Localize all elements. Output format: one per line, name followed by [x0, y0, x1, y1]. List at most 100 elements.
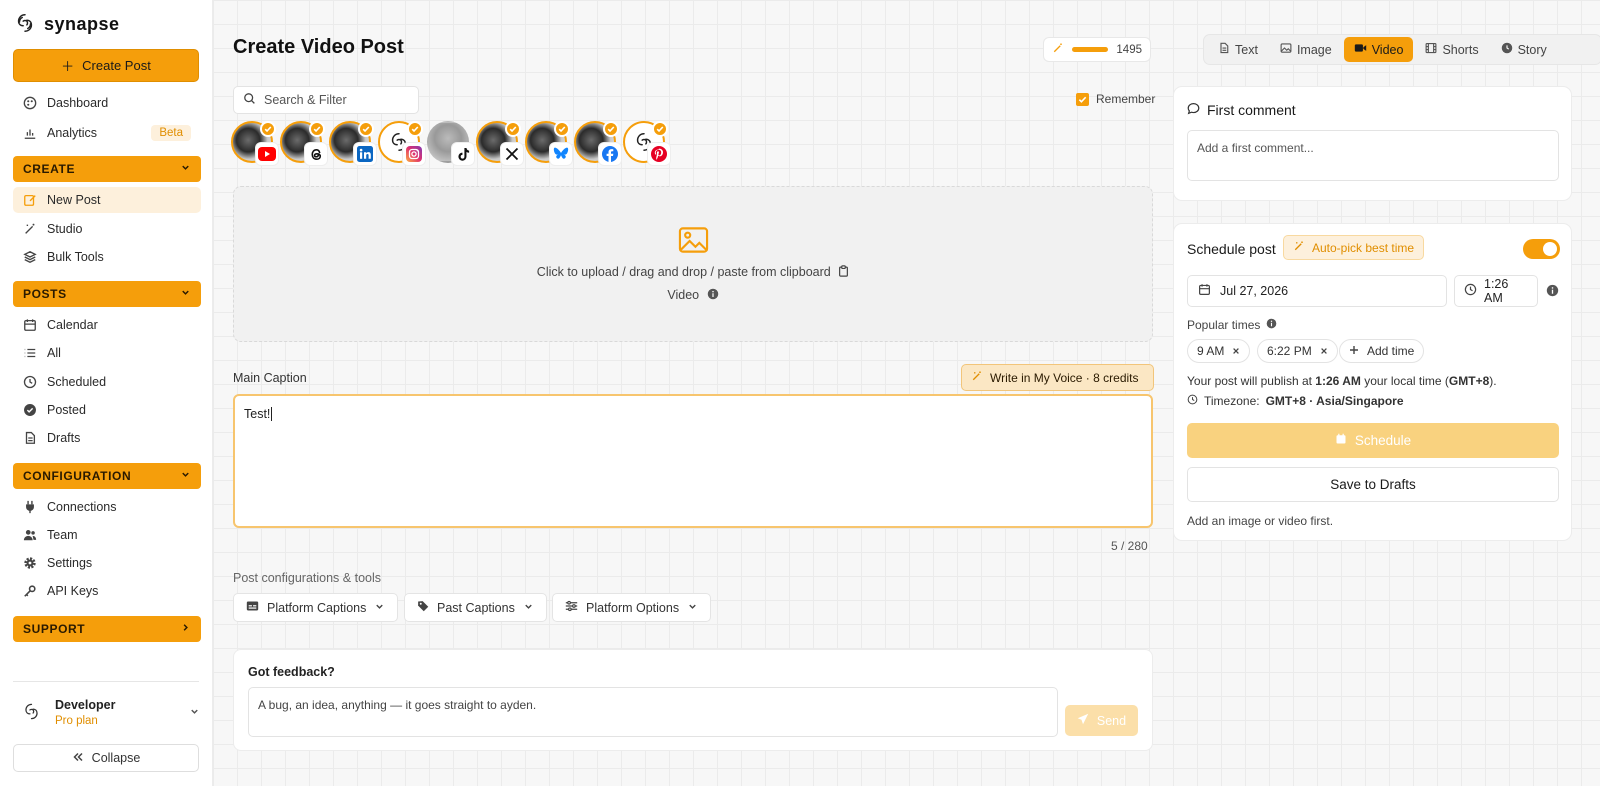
section-posts[interactable]: POSTS — [13, 281, 201, 307]
section-configuration[interactable]: CONFIGURATION — [13, 463, 201, 489]
sidebar-item-team[interactable]: Team — [13, 522, 201, 548]
calendar-icon — [1198, 283, 1211, 299]
tab-text[interactable]: Text — [1208, 37, 1268, 62]
sidebar-item-label: Settings — [47, 556, 93, 570]
tab-video[interactable]: Video — [1343, 37, 1414, 62]
threads-icon — [305, 143, 327, 165]
close-icon[interactable] — [1232, 344, 1240, 358]
tool-label: Platform Captions — [267, 600, 367, 615]
platform-options-dropdown[interactable]: Platform Options — [552, 593, 712, 622]
auto-pick-best-time-button[interactable]: Auto-pick best time — [1283, 235, 1425, 260]
tiktok-icon — [452, 143, 474, 165]
media-dropzone[interactable]: Click to upload / drag and drop / paste … — [233, 186, 1153, 342]
double-chevron-left-icon — [72, 751, 84, 766]
tab-story[interactable]: Story — [1491, 37, 1557, 62]
account-tiktok[interactable] — [427, 121, 474, 165]
popular-time-chip[interactable]: 6:22 PM — [1257, 339, 1338, 363]
collapse-sidebar-button[interactable]: Collapse — [13, 744, 199, 772]
check-badge-icon — [603, 121, 619, 137]
credits-bar — [1072, 47, 1109, 52]
info-icon[interactable] — [1546, 284, 1559, 300]
brand[interactable]: synapse — [14, 12, 120, 37]
sidebar-item-analytics[interactable]: Analytics Beta — [13, 120, 201, 146]
sidebar-item-settings[interactable]: Settings — [13, 550, 201, 576]
publish-mid: your local time ( — [1360, 374, 1449, 388]
popular-time-chip[interactable]: 9 AM — [1187, 339, 1251, 363]
publish-prefix: Your post will publish at — [1187, 374, 1316, 388]
sidebar-item-calendar[interactable]: Calendar — [13, 312, 201, 338]
account-bluesky[interactable] — [525, 121, 572, 165]
feedback-send-button[interactable]: Send — [1065, 705, 1138, 736]
gear-icon — [22, 556, 37, 571]
sidebar-item-bulk-tools[interactable]: Bulk Tools — [13, 244, 201, 270]
publish-time: 1:26 AM — [1315, 374, 1361, 388]
sidebar-item-label: Team — [47, 528, 78, 542]
sidebar-item-connections[interactable]: Connections — [13, 494, 201, 520]
schedule-time-picker[interactable]: 1:26 AM — [1454, 275, 1538, 307]
synapse-logo-icon — [22, 702, 41, 724]
add-time-label: Add time — [1367, 344, 1415, 358]
magic-wand-icon — [22, 222, 37, 237]
save-to-drafts-button[interactable]: Save to Drafts — [1187, 467, 1559, 502]
sidebar-item-label: Calendar — [47, 318, 98, 332]
publish-note: Your post will publish at 1:26 AM your l… — [1187, 374, 1497, 388]
schedule-date-picker[interactable]: Jul 27, 2026 — [1187, 275, 1447, 307]
account-selector — [231, 121, 670, 165]
file-text-icon — [1218, 42, 1230, 57]
account-facebook[interactable] — [574, 121, 621, 165]
info-icon[interactable] — [707, 288, 719, 303]
tab-image[interactable]: Image — [1270, 37, 1342, 62]
sidebar-item-new-post[interactable]: New Post — [13, 187, 201, 213]
tab-shorts[interactable]: Shorts — [1415, 37, 1488, 62]
feedback-input[interactable]: A bug, an idea, anything — it goes strai… — [248, 687, 1058, 737]
info-icon[interactable] — [1266, 318, 1277, 332]
account-youtube[interactable] — [231, 121, 278, 165]
sidebar-item-api-keys[interactable]: API Keys — [13, 578, 201, 604]
remember-checkbox[interactable]: Remember — [1076, 92, 1155, 106]
main-caption-textarea[interactable]: Test! — [233, 394, 1153, 528]
credits-meter[interactable]: 1495 — [1043, 37, 1151, 62]
chevron-down-icon — [523, 601, 534, 615]
sidebar-item-scheduled[interactable]: Scheduled — [13, 369, 201, 395]
section-support[interactable]: SUPPORT — [13, 616, 201, 642]
account-x[interactable] — [476, 121, 523, 165]
close-icon[interactable] — [1320, 344, 1328, 358]
account-instagram[interactable] — [378, 121, 425, 165]
user-menu[interactable]: Developer Pro plan — [22, 698, 200, 727]
check-badge-icon — [652, 121, 668, 137]
write-in-my-voice-button[interactable]: Write in My Voice · 8 credits — [961, 364, 1154, 391]
sidebar-item-dashboard[interactable]: Dashboard — [13, 90, 201, 116]
account-pinterest[interactable] — [623, 121, 670, 165]
calendar-icon — [1335, 433, 1347, 448]
sidebar-item-drafts[interactable]: Drafts — [13, 425, 201, 451]
schedule-toggle[interactable] — [1523, 239, 1560, 259]
sidebar-item-posted[interactable]: Posted — [13, 397, 201, 423]
check-badge-icon — [358, 121, 374, 137]
sidebar-item-all[interactable]: All — [13, 340, 201, 366]
past-captions-dropdown[interactable]: Past Captions — [404, 593, 547, 622]
calendar-icon — [22, 318, 37, 333]
feedback-placeholder: A bug, an idea, anything — it goes strai… — [258, 698, 537, 712]
main-caption-label: Main Caption — [233, 371, 307, 385]
sidebar-item-studio[interactable]: Studio — [13, 216, 201, 242]
post-type-switch: Text Image Video Shorts Story — [1203, 34, 1600, 65]
chevron-down-icon — [189, 705, 200, 720]
list-icon — [22, 346, 37, 361]
image-icon — [678, 226, 709, 257]
section-create[interactable]: CREATE — [13, 156, 201, 182]
add-time-button[interactable]: Add time — [1339, 339, 1425, 363]
create-post-button[interactable]: ＋ Create Post — [13, 49, 199, 82]
search-filter[interactable] — [233, 86, 419, 114]
platform-captions-dropdown[interactable]: Platform Captions — [233, 593, 399, 622]
search-input[interactable] — [264, 93, 404, 107]
sidebar-item-label: Posted — [47, 403, 86, 417]
feedback-title: Got feedback? — [248, 665, 335, 679]
popular-label-text: Popular times — [1187, 318, 1261, 332]
schedule-button[interactable]: Schedule — [1187, 423, 1559, 458]
layers-icon — [22, 250, 37, 265]
account-threads[interactable] — [280, 121, 327, 165]
first-comment-input[interactable]: Add a first comment... — [1187, 130, 1559, 181]
account-linkedin[interactable] — [329, 121, 376, 165]
check-badge-icon — [554, 121, 570, 137]
brand-name: synapse — [44, 14, 120, 34]
